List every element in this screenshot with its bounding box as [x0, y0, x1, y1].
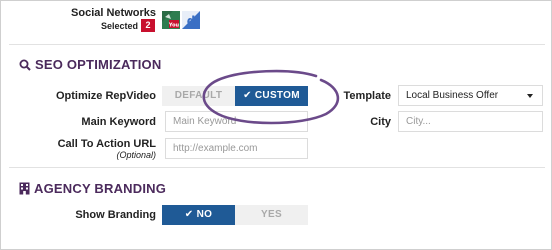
city-input[interactable]: City... [398, 111, 543, 132]
template-select[interactable]: Local Business Offer [398, 85, 543, 106]
svg-text:You: You [168, 23, 180, 29]
social-networks-label: Social Networks [71, 7, 156, 19]
check-icon: ✔ [184, 209, 194, 220]
delicious-network-icon[interactable]: d [182, 11, 200, 29]
cta-url-label: Call To Action URL [57, 138, 156, 150]
search-icon [19, 59, 31, 71]
template-select-value: Local Business Offer [406, 90, 499, 101]
branding-no-button[interactable]: ✔ NO [162, 205, 235, 225]
selected-label: Selected [101, 21, 139, 31]
settings-panel: Social Networks Selected 2 You d SEO OPT… [0, 0, 552, 250]
seo-section-label: SEO OPTIMIZATION [35, 57, 162, 72]
agency-section-title: AGENCY BRANDING [19, 181, 166, 196]
branding-yes-button[interactable]: YES [235, 205, 308, 225]
cta-optional-note: (Optional) [116, 150, 156, 160]
selected-count-badge: 2 [141, 19, 155, 32]
show-branding-label: Show Branding [75, 209, 156, 221]
agency-section-label: AGENCY BRANDING [34, 181, 167, 196]
seo-section-title: SEO OPTIMIZATION [19, 57, 161, 72]
main-keyword-label: Main Keyword [81, 116, 156, 128]
svg-text:d: d [187, 14, 196, 28]
section-divider [9, 44, 545, 45]
chevron-down-icon [527, 94, 533, 98]
building-icon [19, 182, 30, 195]
youtube-network-icon[interactable]: You [162, 11, 180, 29]
branding-no-label: NO [196, 209, 213, 220]
annotation-circle [202, 69, 340, 125]
section-divider-2 [9, 167, 545, 168]
cta-url-input[interactable]: http://example.com [165, 138, 308, 159]
optimize-label: Optimize RepVideo [55, 90, 156, 102]
